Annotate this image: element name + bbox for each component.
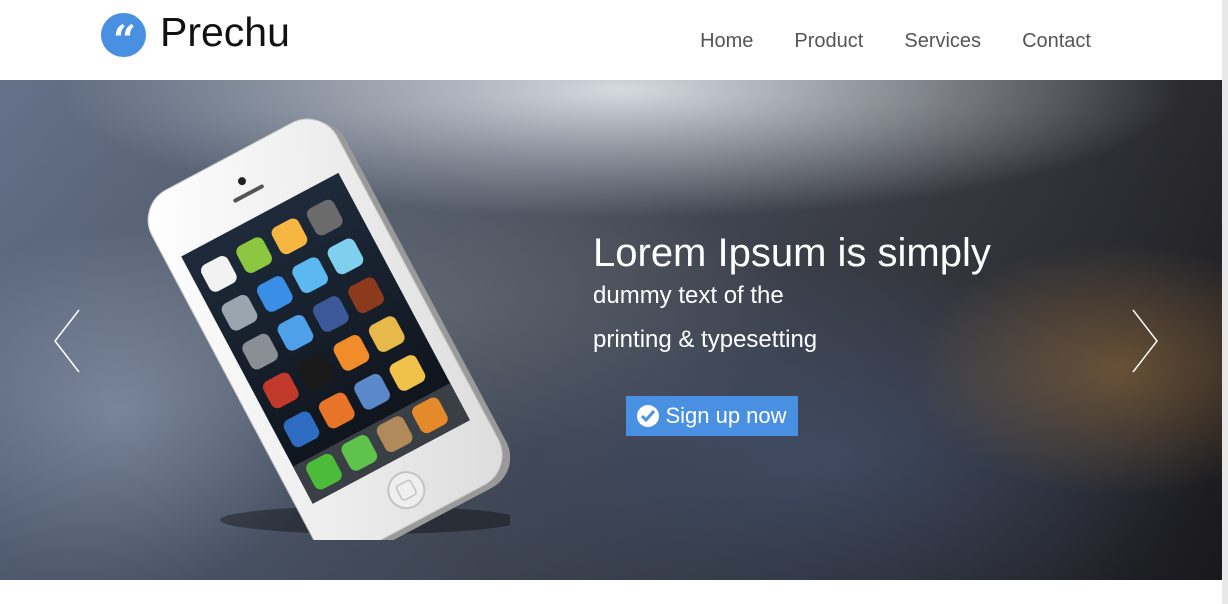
nav-item-contact[interactable]: Contact <box>1022 29 1091 53</box>
nav-item-home[interactable]: Home <box>700 29 753 53</box>
nav-item-services[interactable]: Services <box>904 29 981 53</box>
site-logo-text[interactable]: Prechu <box>160 9 290 55</box>
carousel-prev-button[interactable] <box>52 308 82 374</box>
site-header: “ Prechu Home Product Services Contact <box>0 0 1222 80</box>
sign-up-button[interactable]: Sign up now <box>626 396 798 436</box>
hero-headline: Lorem Ipsum is simply <box>593 231 991 275</box>
hero-subtext-line1: dummy text of the <box>593 282 784 309</box>
sign-up-label: Sign up now <box>665 403 787 428</box>
check-circle-icon <box>637 405 660 427</box>
hero-carousel: Lorem Ipsum is simply dummy text of the … <box>0 80 1222 580</box>
nav-item-product[interactable]: Product <box>794 29 863 53</box>
page-scrollbar[interactable] <box>1222 0 1228 604</box>
main-nav: Home Product Services Contact <box>700 29 1091 53</box>
hero-subtext-line2: printing & typesetting <box>593 326 818 353</box>
carousel-next-button[interactable] <box>1130 308 1160 374</box>
chevron-left-icon <box>54 309 80 373</box>
chevron-right-icon <box>1132 309 1158 373</box>
smartphone-image <box>130 100 520 559</box>
quote-icon[interactable]: “ <box>101 13 146 64</box>
